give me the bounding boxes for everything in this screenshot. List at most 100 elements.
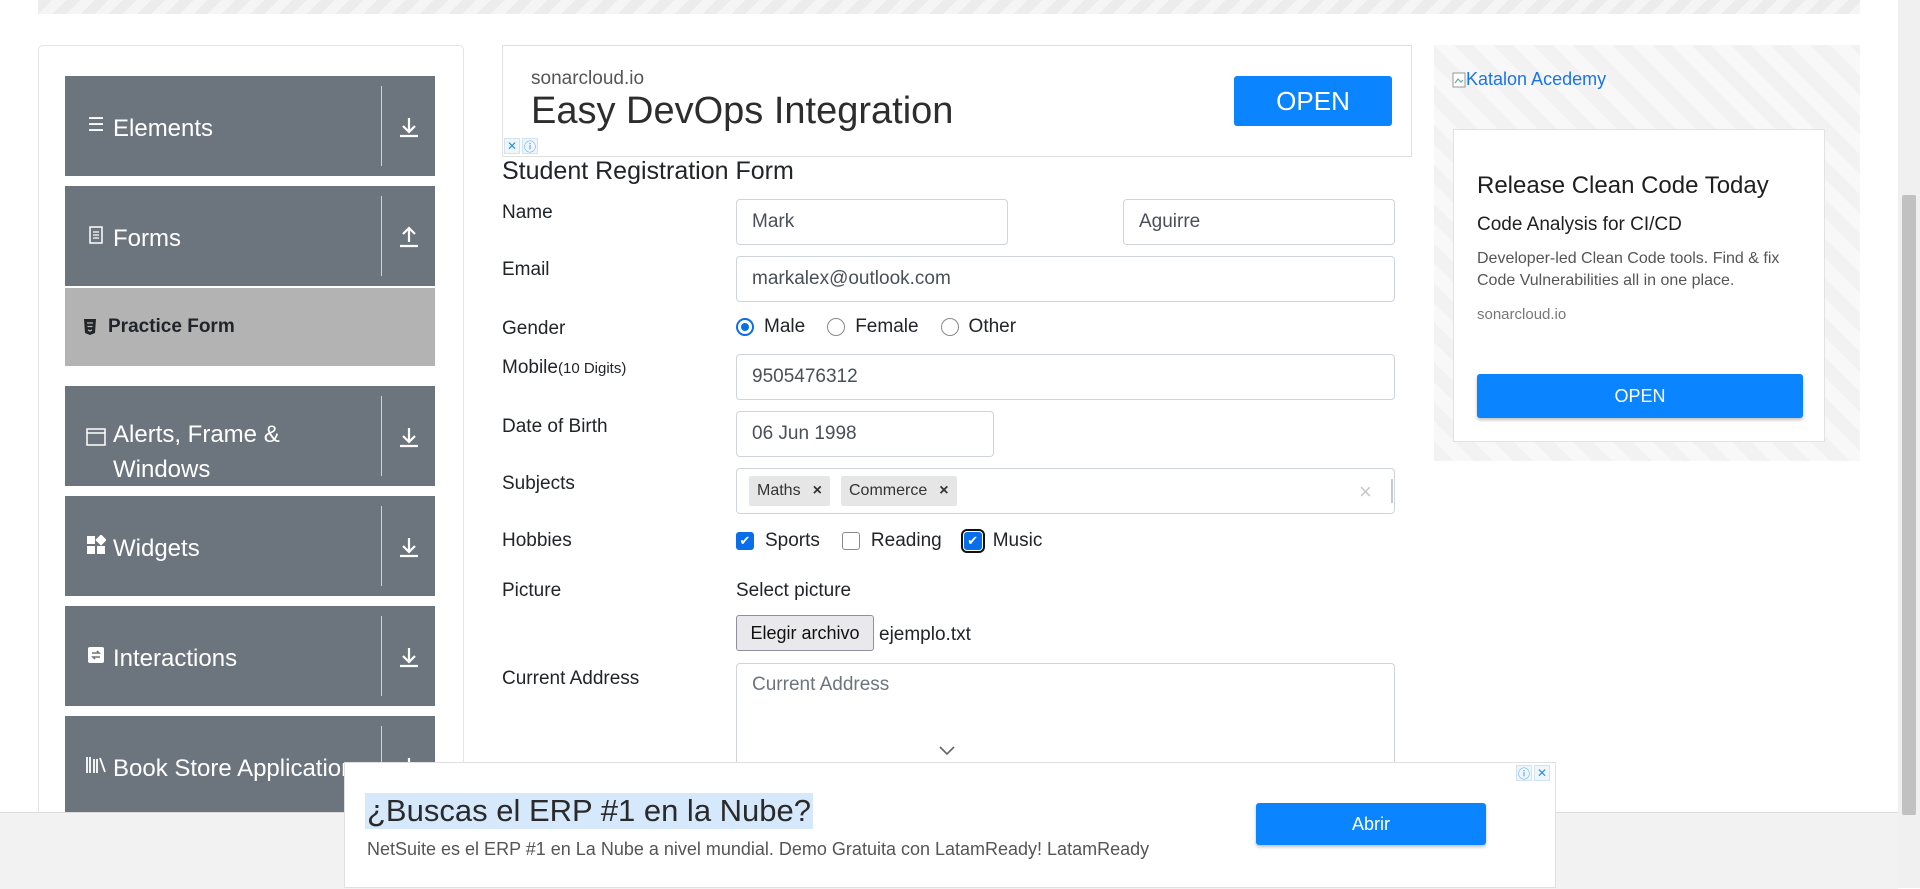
bookshelf-icon: [85, 754, 107, 776]
email-field[interactable]: markalex@outlook.com: [736, 256, 1395, 302]
option-label[interactable]: Music: [993, 530, 1043, 552]
sidebar-group-label: Elements: [113, 115, 214, 142]
ad-choices[interactable]: ⓘ ✕: [1516, 765, 1550, 781]
ad-choices[interactable]: ✕ ⓘ: [504, 138, 538, 154]
bottom-ad-banner[interactable]: ¿Buscas el ERP #1 en la Nube? NetSuite e…: [344, 762, 1556, 888]
mobile-field[interactable]: 9505476312: [736, 354, 1395, 400]
separator: [1391, 479, 1393, 503]
interactions-icon: [85, 644, 107, 666]
hobby-music-option[interactable]: ✔ Music: [960, 529, 1043, 553]
vertical-scrollbar[interactable]: [1898, 0, 1920, 888]
document-icon: [85, 224, 107, 246]
html5-icon: [84, 319, 96, 335]
window-icon: [85, 426, 107, 448]
subject-chip: Maths ×: [749, 476, 830, 506]
divider: [381, 506, 382, 586]
choose-file-button[interactable]: Elegir archivo: [736, 615, 874, 651]
sidebar-group-elements[interactable]: ☰ Elements: [65, 76, 435, 176]
hobbies-label: Hobbies: [502, 530, 572, 551]
name-label: Name: [502, 202, 553, 223]
ad-subheadline: Code Analysis for CI/CD: [1477, 214, 1682, 235]
sidebar-group-label-line2: Windows: [113, 456, 211, 483]
sidebar-item-practice-form[interactable]: Practice Form: [65, 288, 435, 366]
sidebar-group-label: Interactions: [113, 645, 238, 672]
form-title: Student Registration Form: [502, 157, 794, 185]
hobby-sports-option[interactable]: ✔ Sports: [736, 530, 820, 552]
ad-card[interactable]: Release Clean Code Today Code Analysis f…: [1453, 129, 1825, 442]
info-icon[interactable]: ⓘ: [522, 138, 538, 154]
menu-icon: ☰: [87, 114, 105, 136]
divider: [381, 616, 382, 696]
info-icon[interactable]: ⓘ: [1516, 765, 1532, 781]
picture-label: Picture: [502, 580, 562, 601]
sidebar-group-label: Forms: [113, 225, 181, 252]
option-label[interactable]: Female: [855, 316, 918, 338]
widgets-icon: [85, 534, 107, 556]
option-label[interactable]: Other: [969, 316, 1017, 338]
select-picture-label: Select picture: [736, 580, 852, 601]
gender-male-option[interactable]: Male: [736, 316, 805, 338]
close-icon[interactable]: ✕: [504, 138, 520, 154]
download-icon[interactable]: [391, 422, 427, 452]
ad-headline[interactable]: Easy DevOps Integration: [531, 90, 953, 133]
katalon-ad-image[interactable]: Katalon Acedemy: [1452, 69, 1606, 90]
current-address-textarea[interactable]: Current Address: [736, 663, 1395, 773]
download-icon[interactable]: [391, 642, 427, 672]
radio-button[interactable]: [940, 318, 959, 336]
sidebar-group-forms[interactable]: Forms: [65, 186, 435, 286]
mobile-label: Mobile(10 Digits): [502, 357, 626, 379]
top-ad-banner[interactable]: sonarcloud.io Easy DevOps Integration OP…: [502, 45, 1412, 157]
radio-button[interactable]: [736, 318, 754, 336]
sidebar-group-label: Book Store Application: [113, 755, 355, 782]
ad-headline[interactable]: ¿Buscas el ERP #1 en la Nube?: [365, 793, 814, 829]
gender-label: Gender: [502, 318, 566, 339]
clear-icon[interactable]: ×: [1359, 479, 1372, 505]
sidebar-group-alerts[interactable]: Alerts, Frame & Windows: [65, 386, 435, 486]
hobby-reading-option[interactable]: Reading: [841, 530, 942, 552]
ad-open-button[interactable]: OPEN: [1234, 76, 1392, 126]
checkbox[interactable]: [841, 532, 860, 550]
image-alt-text[interactable]: Katalon Acedemy: [1466, 69, 1606, 90]
upload-icon[interactable]: [391, 222, 427, 252]
file-name: ejemplo.txt: [879, 624, 971, 645]
ad-open-button[interactable]: OPEN: [1477, 374, 1803, 418]
divider: [381, 86, 382, 166]
ad-description: Developer-led Clean Code tools. Find & f…: [1477, 250, 1780, 289]
subjects-input[interactable]: Maths × Commerce × ×: [736, 468, 1395, 514]
sidebar-group-interactions[interactable]: Interactions: [65, 606, 435, 706]
date-of-birth-input[interactable]: 06 Jun 1998: [736, 411, 994, 457]
download-icon[interactable]: [391, 112, 427, 142]
radio-button[interactable]: [827, 318, 846, 336]
option-label[interactable]: Male: [764, 316, 805, 338]
top-banner-strip: [38, 0, 1860, 14]
sidebar-group-label: Widgets: [113, 535, 200, 562]
mobile-label-text: Mobile: [502, 357, 558, 378]
gender-radio-group: Male Female Other: [736, 316, 1038, 338]
chip-label: Maths: [757, 482, 801, 499]
option-label[interactable]: Sports: [765, 530, 820, 552]
email-label: Email: [502, 259, 550, 280]
option-label[interactable]: Reading: [871, 530, 942, 552]
right-ad-panel: Katalon Acedemy ⓘ ✕ Release Clean Code T…: [1434, 45, 1860, 461]
checkbox[interactable]: ✔: [736, 532, 754, 550]
close-icon[interactable]: ✕: [1534, 765, 1550, 781]
sidebar-group-label: Alerts, Frame &: [113, 421, 280, 448]
ad-headline[interactable]: Release Clean Code Today: [1477, 172, 1769, 200]
current-address-label: Current Address: [502, 668, 640, 689]
scrollbar-thumb[interactable]: [1902, 195, 1916, 815]
last-name-field[interactable]: Aguirre: [1123, 199, 1395, 245]
sidebar-group-widgets[interactable]: Widgets: [65, 496, 435, 596]
first-name-field[interactable]: Mark: [736, 199, 1008, 245]
gender-other-option[interactable]: Other: [940, 316, 1017, 338]
hobbies-checkbox-group: ✔ Sports Reading ✔ Music: [736, 529, 1064, 553]
remove-icon[interactable]: ×: [939, 482, 948, 500]
remove-icon[interactable]: ×: [813, 482, 822, 500]
ad-open-button[interactable]: Abrir: [1256, 803, 1486, 845]
broken-image-icon: [1452, 72, 1466, 87]
ad-source: sonarcloud.io: [531, 68, 645, 89]
chevron-down-icon[interactable]: [938, 745, 956, 757]
checkbox[interactable]: ✔: [960, 529, 985, 553]
subjects-label: Subjects: [502, 473, 575, 494]
download-icon[interactable]: [391, 532, 427, 562]
gender-female-option[interactable]: Female: [827, 316, 919, 338]
